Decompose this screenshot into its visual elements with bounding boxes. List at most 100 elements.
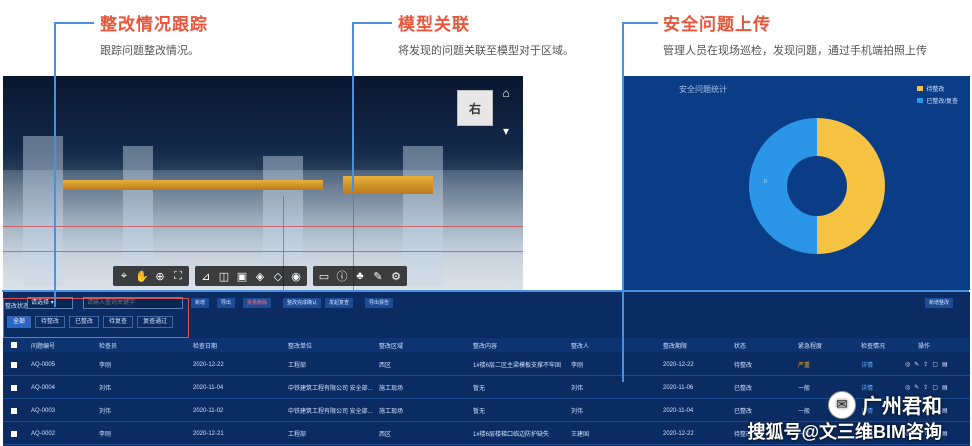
model-viewer[interactable]: 右 ⌂ ▾ ⌖ ✋ ⊕ ⛶ ⊿ ◫ ▣ ◈ ◇ ◉ ▭ ⓘ ♣ ✎ ⚙: [3, 76, 523, 290]
table-cell: 严重: [798, 363, 811, 369]
annotation-desc: 管理人员在现场巡检，发现问题，通过手机端拍照上传: [663, 45, 927, 57]
col-header: 紧急程度: [798, 343, 823, 350]
watermark-source: 搜狐号@文三维BIM咨询: [747, 422, 942, 442]
add-button[interactable]: 新增: [191, 298, 210, 308]
nav-cube[interactable]: 右: [457, 90, 493, 126]
table-cell: 工程部: [288, 363, 307, 369]
connector-line: [352, 22, 392, 24]
model-column: [403, 146, 443, 286]
export-button[interactable]: 导出: [217, 298, 236, 308]
print-icon[interactable]: ▤: [942, 384, 948, 391]
model-column: [23, 136, 63, 286]
start-recheck-button[interactable]: 发起复查: [325, 298, 354, 308]
connector-line: [54, 22, 56, 307]
toolbar-group-nav: ⌖ ✋ ⊕ ⛶: [113, 266, 189, 286]
fit-icon[interactable]: ⛶: [169, 266, 187, 286]
print-icon[interactable]: ▤: [942, 361, 948, 368]
annotation-rectify-tracking: 整改情况跟踪 跟踪问题整改情况。: [100, 10, 208, 59]
select-icon[interactable]: ⌖: [115, 266, 133, 286]
batch-delete-button[interactable]: 批量删除: [243, 298, 272, 308]
col-header: 问题编号: [31, 343, 56, 350]
box-icon[interactable]: ▣: [233, 266, 251, 286]
col-header: 操作: [918, 343, 931, 350]
print-icon[interactable]: ▤: [942, 407, 948, 414]
measure-icon[interactable]: ⊿: [197, 266, 215, 286]
row-checkbox[interactable]: [11, 407, 17, 414]
table-cell: 2020-11-04: [663, 407, 694, 414]
annotation-title: 模型关联: [398, 15, 470, 34]
view-icon[interactable]: ◎: [905, 361, 910, 368]
grid-line: [3, 251, 523, 252]
table-cell: 已整改: [734, 386, 753, 392]
table-cell: 2020-12-21: [193, 430, 224, 437]
col-header: 整改期限: [663, 343, 688, 350]
export-report-button[interactable]: 导出报告: [365, 298, 394, 308]
info-icon[interactable]: ⓘ: [333, 266, 351, 286]
edit-icon[interactable]: ✎: [914, 361, 919, 368]
edit-icon[interactable]: ✎: [369, 266, 387, 286]
table-cell: AQ-0003: [31, 407, 56, 414]
annotation-desc: 跟踪问题整改情况。: [100, 45, 199, 57]
toolbar-group-model: ⊿ ◫ ▣ ◈ ◇ ◉: [195, 266, 307, 286]
table-cell: 2020-11-02: [193, 407, 224, 414]
table-cell: 西区: [379, 363, 392, 369]
table-cell: 暂无: [473, 386, 486, 392]
table-cell: 刘伟: [571, 409, 584, 415]
row-checkbox[interactable]: [11, 384, 17, 391]
hand-icon[interactable]: ✋: [133, 266, 151, 286]
model-beam-highlight: [343, 176, 433, 194]
table-cell: 西区: [379, 432, 392, 438]
legend-swatch: [917, 86, 924, 91]
table-cell: 暂无: [473, 409, 486, 415]
toolbar-group-tools: ▭ ⓘ ♣ ✎ ⚙: [313, 266, 407, 286]
share-icon[interactable]: ⇪: [923, 361, 928, 368]
layers-icon[interactable]: ◇: [269, 266, 287, 286]
table-cell: 1#楼6层二区主梁模板支撑不牢固: [473, 363, 562, 369]
table-cell: 李刚: [99, 432, 112, 438]
donut-slice: [749, 118, 817, 254]
table-cell: 工程部: [288, 432, 307, 438]
delete-icon[interactable]: ▢: [932, 361, 938, 368]
settings-icon[interactable]: ⚙: [387, 266, 405, 286]
print-icon[interactable]: ▤: [942, 430, 948, 437]
table-cell[interactable]: 详情: [861, 354, 873, 375]
table-row[interactable]: AQ-0005 李刚 2020-12-22 工程部 西区 1#楼6层二区主梁模板支撑不牢固…: [3, 354, 970, 376]
table-cell: 一般: [798, 386, 811, 392]
tree-icon[interactable]: ♣: [351, 266, 369, 286]
select-all-checkbox[interactable]: [11, 342, 17, 348]
table-cell: 刘伟: [571, 386, 584, 392]
row-checkbox[interactable]: [11, 430, 17, 437]
connector-line: [622, 22, 624, 382]
home-icon[interactable]: ⌂: [499, 86, 513, 100]
table-cell: 2020-12-22: [663, 430, 694, 437]
annotation-title: 安全问题上传: [663, 15, 771, 34]
table-cell: 2020-12-22: [193, 361, 224, 368]
table-cell: AQ-0004: [31, 384, 56, 391]
col-header: 整改内容: [473, 343, 498, 350]
col-header: 整改人: [571, 343, 590, 350]
donut-slice: [817, 118, 885, 254]
new-rectify-button[interactable]: 新增整改: [925, 298, 954, 308]
cube-icon[interactable]: ◈: [251, 266, 269, 286]
section-icon[interactable]: ◫: [215, 266, 233, 286]
nav-cube-label: 右: [468, 101, 481, 116]
table-cell: 刘伟: [99, 409, 112, 415]
legend-swatch: [917, 98, 924, 103]
panel-divider: [2, 290, 969, 292]
col-header: 检查情况: [861, 343, 886, 350]
table-cell: 2020-11-04: [193, 384, 224, 391]
confirm-rectify-button[interactable]: 整改完成确认: [283, 298, 322, 308]
table-row[interactable]: AQ-0004 刘伟 2020-11-04 中铁建筑工程有限公司 安全部... 施工现场…: [3, 377, 970, 399]
ruler-icon[interactable]: ▭: [315, 266, 333, 286]
view-icon[interactable]: ◉: [287, 266, 305, 286]
zoom-icon[interactable]: ⊕: [151, 266, 169, 286]
legend-item: 待整改: [917, 84, 958, 93]
row-checkbox[interactable]: [11, 361, 17, 368]
table-cell: 施工现场: [379, 386, 404, 392]
chevron-down-icon[interactable]: ▾: [499, 124, 513, 138]
connector-line: [352, 22, 354, 192]
col-header: 整改单位: [288, 343, 313, 350]
chart-legend: 待整改 已整改/复查: [917, 84, 958, 108]
table-cell: 1#楼6层楼梯口临边防护缺失: [473, 432, 550, 438]
table-cell: AQ-0005: [31, 361, 56, 368]
